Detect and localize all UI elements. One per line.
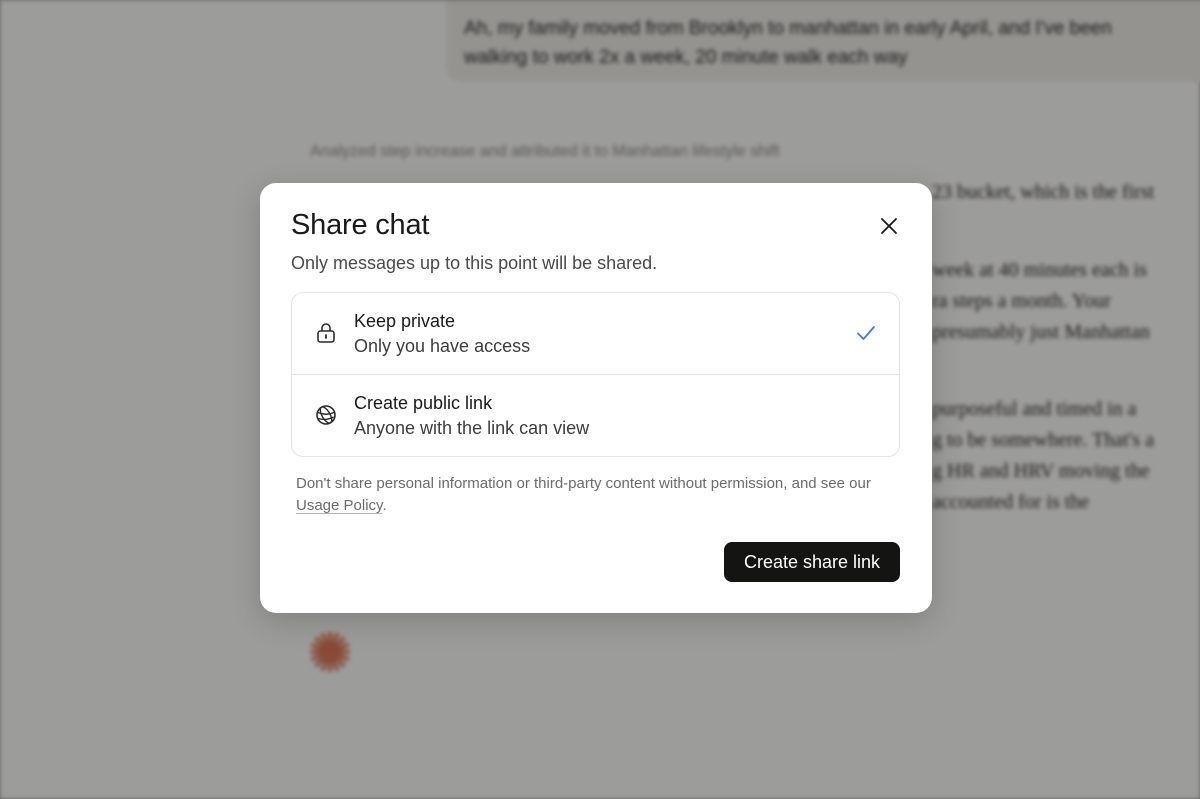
option-keep-private[interactable]: Keep private Only you have access — [292, 293, 899, 374]
privacy-disclaimer: Don't share personal information or thir… — [296, 473, 896, 517]
disclaimer-end: . — [382, 497, 387, 514]
option-title: Create public link — [354, 393, 493, 413]
create-share-link-button[interactable]: Create share link — [724, 542, 900, 582]
usage-policy-link[interactable]: Usage Policy — [296, 497, 382, 514]
check-icon — [857, 326, 875, 340]
share-chat-dialog: Share chat Only messages up to this poin… — [260, 183, 932, 613]
globe-icon — [316, 405, 336, 425]
option-create-public-link[interactable]: Create public link Anyone with the link … — [292, 374, 899, 456]
option-title: Keep private — [354, 311, 456, 331]
visibility-options: Keep private Only you have access Create… — [291, 292, 900, 457]
close-icon — [881, 218, 897, 234]
disclaimer-text: Don't share personal information or thir… — [296, 475, 871, 492]
option-description: Anyone with the link can view — [354, 418, 590, 438]
lock-icon — [317, 323, 335, 343]
dialog-subtitle: Only messages up to this point will be s… — [291, 253, 658, 273]
close-button[interactable] — [872, 209, 906, 243]
dialog-title: Share chat — [291, 209, 430, 241]
option-description: Only you have access — [354, 336, 531, 356]
